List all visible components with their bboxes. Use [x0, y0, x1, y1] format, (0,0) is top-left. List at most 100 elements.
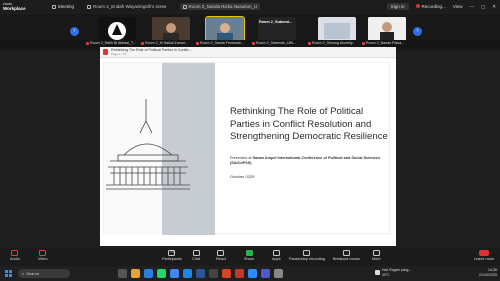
more-icon: [372, 250, 380, 256]
apps-button[interactable]: Apps: [272, 250, 281, 261]
tab-room-screen-2[interactable]: Room 2_Nanda Rizka Nasution_U: [179, 3, 261, 10]
record-icon: [415, 4, 420, 8]
video-button[interactable]: Video: [38, 250, 48, 261]
participant-label: Room 2_Subendri_UIN...: [252, 41, 296, 45]
react-button[interactable]: React: [216, 250, 226, 261]
breakout-icon: [342, 250, 350, 256]
chat-icon: [192, 250, 200, 256]
close-icon[interactable]: ✕: [492, 4, 496, 10]
leave-label: Leave room: [473, 257, 494, 261]
more-label: More: [372, 257, 381, 261]
zoom-icon[interactable]: [248, 269, 257, 278]
participant-name: Room 2_M Haikal Zamar...: [145, 41, 188, 45]
participants-label: Participants: [162, 257, 182, 261]
screen-icon: [182, 4, 187, 9]
slide-date: October 2025: [230, 173, 255, 179]
whatsapp-icon[interactable]: [157, 269, 166, 278]
pdf-reader-icon[interactable]: [235, 269, 244, 278]
conference-name: Sanan Ampel International Conference of …: [230, 155, 381, 165]
windows-taskbar: ⌕ Search Hari Rogam yang... 30°C 14:36 21…: [0, 266, 500, 281]
share-label: Share: [244, 257, 255, 261]
pdf-icon: [103, 49, 108, 55]
word-icon[interactable]: [196, 269, 205, 278]
maximize-icon[interactable]: ▢: [481, 4, 485, 10]
tab-meeting-label: Meeting: [58, 4, 75, 9]
recording-label: Recording...: [421, 4, 446, 9]
tab-room-screen-1[interactable]: Room 2_Endah Wayaningsih's scree: [84, 3, 169, 10]
audio-button[interactable]: Audio: [10, 250, 20, 261]
recording-indicator[interactable]: Recording...: [415, 4, 446, 9]
pause-recording-button[interactable]: Pause/stop recording: [289, 250, 325, 261]
slide-title: Rethinking The Role of Political Parties…: [230, 106, 388, 142]
muted-mic-icon: [141, 41, 144, 45]
chrome-icon[interactable]: [170, 269, 179, 278]
notification-text: Hari Rogam yang...: [382, 268, 412, 272]
slide-text-block: Rethinking The Role of Political Parties…: [230, 106, 390, 179]
browser-icon[interactable]: [144, 269, 153, 278]
search-icon: ⌕: [22, 271, 25, 276]
presentation-slide: Rethinking The Role of Political Parties…: [103, 62, 390, 235]
participant-name: Room 2_Subendri_UIN...: [256, 41, 297, 45]
video-off-icon: [39, 250, 47, 256]
parliament-building-illustration: [106, 99, 190, 190]
zoom-window: zoom Workplace Meeting Room 2_Endah Waya…: [0, 0, 500, 281]
windows-start-icon[interactable]: [5, 270, 12, 277]
sign-in-button[interactable]: Sign in: [386, 3, 409, 10]
pause-recording-label: Pause/stop recording: [289, 257, 325, 261]
muted-mic-icon: [86, 41, 89, 45]
participant-name: Room 2_Sanita Fendorah...: [200, 41, 245, 45]
view-button[interactable]: View: [453, 4, 463, 9]
more-button[interactable]: More: [372, 250, 381, 261]
tab-meeting[interactable]: Meeting: [52, 4, 74, 9]
teams-icon[interactable]: [261, 269, 270, 278]
strip-prev-button[interactable]: ‹: [70, 27, 79, 36]
tab-room-label: Room 2_Endah Wayaningsih's scree: [93, 4, 167, 9]
doc-page-info: Page 1 / 15: [111, 52, 127, 56]
participant-label: Room 2_Ratih Bi Abbasi_T...: [86, 41, 136, 45]
pause-icon: [303, 250, 311, 256]
meeting-icon: [52, 4, 56, 9]
participant-name: Room 2_Subend...: [259, 20, 293, 24]
participant-label: Room 2_Sanita Fendorah...: [196, 41, 244, 45]
participant-label: Room 2_Nanda Rizka...: [362, 41, 404, 45]
muted-mic-icon: [252, 41, 255, 45]
weather-notification[interactable]: Hari Rogam yang... 30°C: [375, 268, 411, 277]
file-explorer-icon[interactable]: [131, 269, 140, 278]
audio-label: Audio: [10, 257, 20, 261]
presented-prefix: Presented at: [230, 155, 253, 160]
participant-name: Room 2_Ratih Bi Abbasi_T...: [90, 41, 136, 45]
screen-icon: [87, 4, 92, 9]
taskbar-search[interactable]: ⌕ Search: [18, 269, 70, 278]
taskbar-app-icon[interactable]: [118, 269, 127, 278]
participant-label: Room 2_Sheong Akorelly...: [308, 41, 355, 45]
leave-room-button[interactable]: Leave room: [474, 250, 494, 261]
share-button[interactable]: Share: [244, 250, 254, 261]
app-icon[interactable]: [183, 269, 192, 278]
app-icon[interactable]: [274, 269, 283, 278]
system-tray-clock[interactable]: 14:36 21/10/2025: [479, 268, 497, 278]
shared-screen[interactable]: Rethinking The Role of Political Parties…: [100, 47, 396, 246]
strip-next-button[interactable]: ›: [413, 27, 422, 36]
app-icon[interactable]: [209, 269, 218, 278]
powerpoint-icon[interactable]: [222, 269, 231, 278]
weather-icon: [375, 270, 380, 275]
minimize-icon[interactable]: —: [469, 4, 474, 9]
shared-doc-header: Rethinking The Role of Political Parties…: [100, 47, 396, 58]
zoom-logo: zoom Workplace: [0, 2, 38, 11]
muted-mic-icon: [308, 41, 311, 45]
tab-room-label: Room 2_Nanda Rizka Nasution_U: [188, 4, 258, 9]
chat-label: Chat: [192, 257, 201, 261]
react-icon: [217, 250, 225, 256]
doc-title-block: Rethinking The Role of Political Parties…: [111, 48, 192, 56]
video-label: Video: [38, 257, 48, 261]
muted-mic-icon: [362, 41, 365, 45]
mic-muted-icon: [11, 250, 19, 256]
participant-label: Room 2_M Haikal Zamar...: [141, 41, 188, 45]
apps-label: Apps: [272, 257, 281, 261]
participant-name: Room 2_Sheong Akorelly...: [312, 41, 356, 45]
clock-date: 21/10/2025: [479, 273, 497, 277]
breakout-rooms-button[interactable]: Breakout rooms: [333, 250, 360, 261]
apps-icon: [272, 250, 280, 256]
chat-button[interactable]: Chat: [192, 250, 200, 261]
share-icon: [245, 250, 253, 256]
